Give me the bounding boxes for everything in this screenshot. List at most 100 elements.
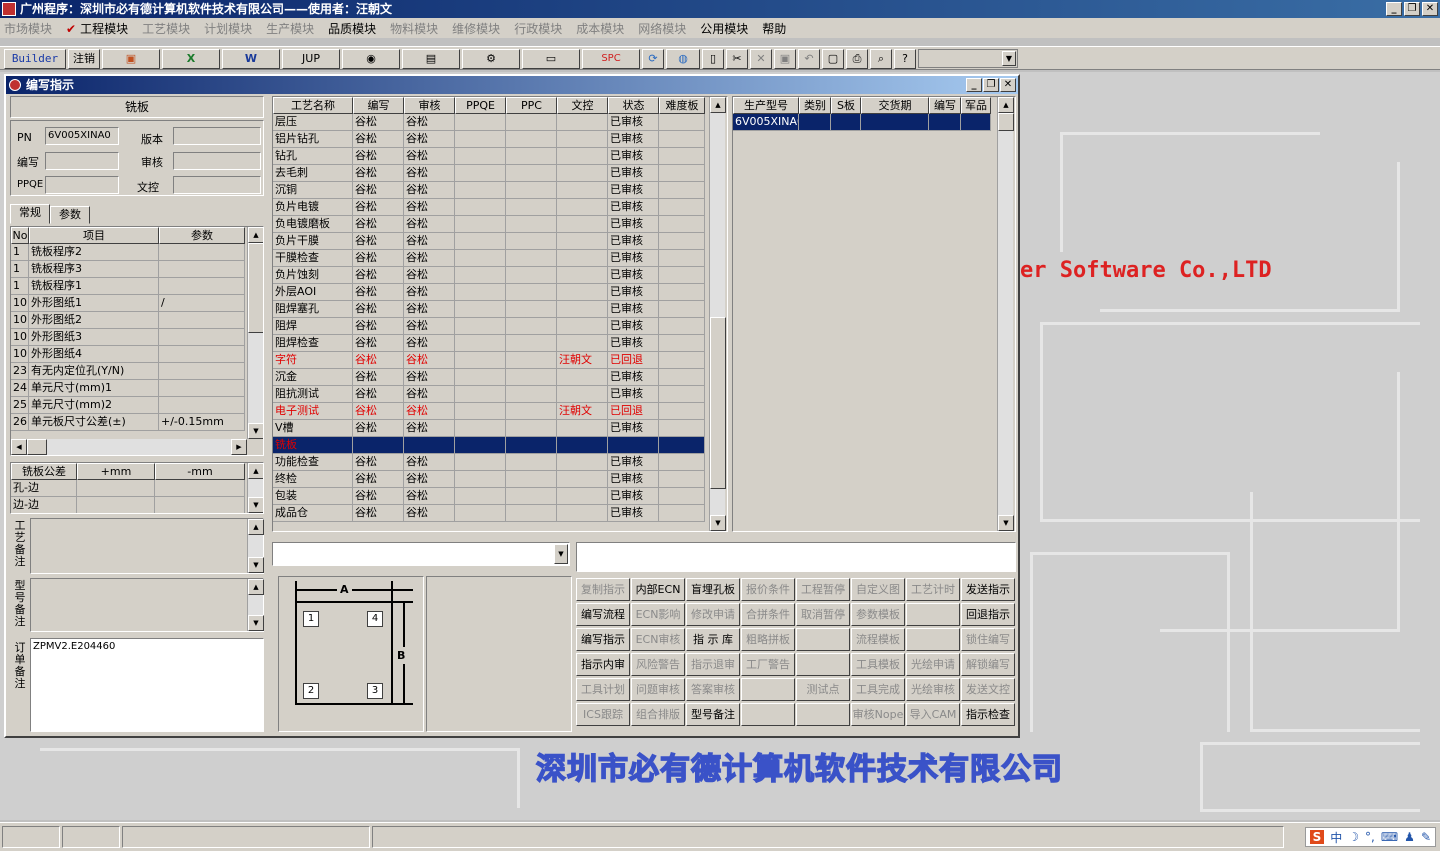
column-header[interactable]: 审核 xyxy=(404,97,455,114)
builder-button[interactable]: Builder xyxy=(4,49,66,69)
computer-icon[interactable]: ▭ xyxy=(522,49,580,69)
table-row[interactable]: 层压 谷松 谷松 已审核 xyxy=(273,114,727,131)
note-input[interactable] xyxy=(576,542,1016,572)
action-button[interactable]: 回退指示 xyxy=(961,603,1015,626)
action-button[interactable]: 编写指示 xyxy=(576,628,630,651)
process-memo[interactable]: ▲ ▼ xyxy=(30,518,264,574)
action-button[interactable]: 自定义图 xyxy=(851,578,905,601)
column-header[interactable]: 文控 xyxy=(557,97,608,114)
table-row[interactable]: 10 外形图纸2 xyxy=(11,312,263,329)
table-row[interactable]: 钻孔 谷松 谷松 已审核 xyxy=(273,148,727,165)
column-header[interactable]: 交货期 xyxy=(861,97,929,114)
action-button[interactable]: 编写流程 xyxy=(576,603,630,626)
table-row[interactable]: 1 铣板程序2 xyxy=(11,244,263,261)
action-button[interactable]: 盲埋孔板 xyxy=(686,578,740,601)
action-button[interactable]: 发送指示 xyxy=(961,578,1015,601)
action-button[interactable]: 工具计划 xyxy=(576,678,630,701)
table-row[interactable]: 功能检查 谷松 谷松 已审核 xyxy=(273,454,727,471)
action-button-blank[interactable] xyxy=(741,678,795,701)
menu-item-5[interactable]: 品质模块 xyxy=(328,20,376,37)
action-button[interactable]: 工艺计时 xyxy=(906,578,960,601)
punctuation-icon[interactable]: °, xyxy=(1365,830,1375,844)
action-button[interactable]: 参数模板 xyxy=(851,603,905,626)
column-header[interactable]: 编写 xyxy=(353,97,404,114)
table-row[interactable]: 负电镀磨板 谷松 谷松 已审核 xyxy=(273,216,727,233)
table-row[interactable]: 阻焊塞孔 谷松 谷松 已审核 xyxy=(273,301,727,318)
table-row[interactable]: 负片蚀刻 谷松 谷松 已审核 xyxy=(273,267,727,284)
column-header[interactable]: 军品 xyxy=(961,97,991,114)
column-header[interactable]: 铣板公差 xyxy=(11,463,77,480)
table-row[interactable]: 阻焊检查 谷松 谷松 已审核 xyxy=(273,335,727,352)
find-icon[interactable]: ⌕ xyxy=(870,49,892,69)
action-button[interactable]: ECN审核 xyxy=(631,628,685,651)
pn-field[interactable]: 6V005XINA0 xyxy=(45,127,119,145)
version-field[interactable] xyxy=(173,127,261,145)
scroll-up-icon[interactable]: ▲ xyxy=(248,519,264,535)
action-button[interactable]: 答案审核 xyxy=(686,678,740,701)
order-memo[interactable]: ZPMV2.E204460 xyxy=(30,638,264,732)
scroll-up-icon[interactable]: ▲ xyxy=(248,227,263,243)
scroll-thumb[interactable] xyxy=(998,113,1014,131)
table-row[interactable]: 字符 谷松 谷松 汪朝文 已回退 xyxy=(273,352,727,369)
table-row[interactable]: 10 外形图纸4 xyxy=(11,346,263,363)
action-button[interactable]: 型号备注 xyxy=(686,703,740,726)
action-button[interactable]: 发送文控 xyxy=(961,678,1015,701)
action-button[interactable]: 组合排版 xyxy=(631,703,685,726)
action-button[interactable]: 导入CAM xyxy=(906,703,960,726)
table-row[interactable]: 沉金 谷松 谷松 已审核 xyxy=(273,369,727,386)
toolbar-select[interactable]: ▼ xyxy=(918,49,1018,68)
action-button[interactable]: 工程暂停 xyxy=(796,578,850,601)
globe-icon[interactable]: ◍ xyxy=(666,49,700,69)
action-button[interactable]: 指 示 库 xyxy=(686,628,740,651)
scroll-thumb[interactable] xyxy=(710,317,726,489)
user-icon[interactable]: ♟ xyxy=(1404,830,1415,844)
table-row[interactable]: 10 外形图纸1/ xyxy=(11,295,263,312)
action-button[interactable]: 光绘审核 xyxy=(906,678,960,701)
close-button[interactable]: ✕ xyxy=(1422,2,1438,16)
param-hscroll[interactable]: ◀ ▶ xyxy=(11,439,247,455)
tab-0[interactable]: 常规 xyxy=(10,204,50,224)
scroll-up-icon[interactable]: ▲ xyxy=(248,579,264,595)
review-field[interactable] xyxy=(173,152,261,170)
table-row[interactable]: 23 有无内定位孔(Y/N) xyxy=(11,363,263,380)
eye-icon[interactable]: ◉ xyxy=(342,49,400,69)
column-header[interactable]: 工艺名称 xyxy=(273,97,353,114)
action-button[interactable]: 取消暂停 xyxy=(796,603,850,626)
table-row[interactable]: 25 单元尺寸(mm)2 xyxy=(11,397,263,414)
table-row[interactable]: 负片干膜 谷松 谷松 已审核 xyxy=(273,233,727,250)
memo-vscroll[interactable]: ▲ ▼ xyxy=(247,519,264,573)
table-row[interactable]: 去毛刺 谷松 谷松 已审核 xyxy=(273,165,727,182)
ppqe-field[interactable] xyxy=(45,176,119,194)
action-button-blank[interactable] xyxy=(796,628,850,651)
minimize-button[interactable]: _ xyxy=(1386,2,1402,16)
column-header[interactable]: 编写 xyxy=(929,97,961,114)
table-row[interactable]: 边-边 xyxy=(11,497,263,513)
table-row[interactable]: 干膜检查 谷松 谷松 已审核 xyxy=(273,250,727,267)
action-button[interactable]: 测试点 xyxy=(796,678,850,701)
action-button[interactable]: 锁住编写 xyxy=(961,628,1015,651)
moon-icon[interactable]: ☽ xyxy=(1348,830,1359,844)
child-minimize-button[interactable]: _ xyxy=(966,78,982,92)
menu-item-6[interactable]: 物料模块 xyxy=(390,20,438,37)
table-row[interactable]: V槽 谷松 谷松 已审核 xyxy=(273,420,727,437)
scroll-down-icon[interactable]: ▼ xyxy=(998,515,1014,531)
action-button[interactable]: ICS跟踪 xyxy=(576,703,630,726)
column-header[interactable]: 难度板 xyxy=(659,97,705,114)
action-button-blank[interactable] xyxy=(741,703,795,726)
action-button[interactable]: 报价条件 xyxy=(741,578,795,601)
menu-item-3[interactable]: 计划模块 xyxy=(204,20,252,37)
process-vscroll[interactable]: ▲ ▼ xyxy=(709,97,726,531)
action-button[interactable]: 工具模板 xyxy=(851,653,905,676)
action-button[interactable]: 指示内审 xyxy=(576,653,630,676)
action-button[interactable]: 复制指示 xyxy=(576,578,630,601)
table-row[interactable]: 电子测试 谷松 谷松 汪朝文 已回退 xyxy=(273,403,727,420)
action-button[interactable]: 内部ECN xyxy=(631,578,685,601)
action-button[interactable]: 修改申请 xyxy=(686,603,740,626)
chevron-down-icon[interactable]: ▼ xyxy=(1002,51,1016,66)
scroll-down-icon[interactable]: ▼ xyxy=(248,615,264,631)
new-document-icon[interactable]: ▯ xyxy=(702,49,724,69)
table-row[interactable]: 26 单元板尺寸公差(±) +/-0.15mm xyxy=(11,414,263,431)
action-button[interactable]: 粗略拼板 xyxy=(741,628,795,651)
sogou-icon[interactable]: S xyxy=(1309,830,1325,844)
menu-item-0[interactable]: 市场模块 xyxy=(4,20,52,37)
